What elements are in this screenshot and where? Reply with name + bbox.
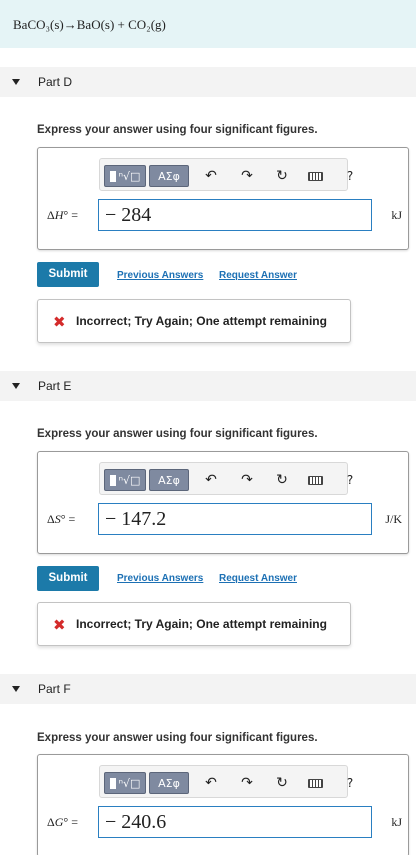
instruction-text: Express your answer using four significa… bbox=[37, 124, 318, 136]
undo-icon[interactable]: ↶ bbox=[201, 470, 221, 490]
square-icon bbox=[109, 777, 116, 789]
radical-icon: ⁿ√□ bbox=[118, 473, 141, 487]
keyboard-icon[interactable] bbox=[305, 773, 325, 793]
previous-answers-link[interactable]: Previous Answers bbox=[117, 270, 203, 281]
answer-symbol: S bbox=[54, 512, 61, 526]
templates-button[interactable]: ⁿ√□ bbox=[104, 469, 146, 491]
answer-input[interactable]: − 147.2 bbox=[98, 503, 372, 535]
submit-button[interactable]: Submit bbox=[37, 566, 99, 591]
redo-icon[interactable]: ↷ bbox=[237, 470, 257, 490]
answer-input[interactable]: − 240.6 bbox=[98, 806, 372, 838]
undo-icon[interactable]: ↶ bbox=[201, 773, 221, 793]
help-button[interactable]: ? bbox=[340, 773, 360, 793]
answer-unit: J/K bbox=[385, 512, 402, 526]
square-icon bbox=[109, 170, 116, 182]
instruction-text: Express your answer using four significa… bbox=[37, 428, 318, 440]
caret-down-icon bbox=[12, 383, 20, 389]
answer-label: ΔH° = bbox=[47, 208, 78, 222]
answer-symbol: H bbox=[54, 208, 64, 222]
part-label: Part E bbox=[38, 379, 72, 393]
incorrect-x-icon: ✖ bbox=[53, 616, 66, 634]
answer-label: ΔS° = bbox=[47, 512, 76, 526]
square-icon bbox=[109, 474, 116, 486]
answer-unit: kJ bbox=[391, 815, 402, 829]
part-e-header[interactable]: Part E bbox=[0, 371, 416, 401]
templates-button[interactable]: ⁿ√□ bbox=[104, 165, 146, 187]
reset-icon[interactable]: ↻ bbox=[272, 470, 292, 490]
templates-button[interactable]: ⁿ√□ bbox=[104, 772, 146, 794]
help-button[interactable]: ? bbox=[340, 166, 360, 186]
keyboard-icon[interactable] bbox=[305, 166, 325, 186]
caret-down-icon bbox=[12, 79, 20, 85]
part-d-header[interactable]: Part D bbox=[0, 67, 416, 97]
undo-icon[interactable]: ↶ bbox=[201, 166, 221, 186]
request-answer-link[interactable]: Request Answer bbox=[219, 573, 297, 584]
answer-unit: kJ bbox=[391, 208, 402, 222]
answer-box-part-d: ⁿ√□ ΑΣφ ↶ ↷ ↻ ? ΔH° = − 284 kJ bbox=[37, 147, 409, 250]
reset-icon[interactable]: ↻ bbox=[272, 773, 292, 793]
symbols-button[interactable]: ΑΣφ bbox=[149, 772, 189, 794]
math-toolbar: ⁿ√□ ΑΣφ ↶ ↷ ↻ ? bbox=[99, 158, 353, 191]
feedback-message: ✖ Incorrect; Try Again; One attempt rema… bbox=[37, 602, 351, 646]
feedback-message: ✖ Incorrect; Try Again; One attempt rema… bbox=[37, 299, 351, 343]
feedback-text: Incorrect; Try Again; One attempt remain… bbox=[76, 617, 327, 631]
part-label: Part D bbox=[38, 75, 73, 89]
keyboard-icon[interactable] bbox=[305, 470, 325, 490]
symbols-button[interactable]: ΑΣφ bbox=[149, 469, 189, 491]
submit-button[interactable]: Submit bbox=[37, 262, 99, 287]
part-label: Part F bbox=[38, 682, 71, 696]
math-toolbar: ⁿ√□ ΑΣφ ↶ ↷ ↻ ? bbox=[99, 765, 353, 798]
answer-input[interactable]: − 284 bbox=[98, 199, 372, 231]
radical-icon: ⁿ√□ bbox=[118, 169, 141, 183]
answer-box-part-e: ⁿ√□ ΑΣφ ↶ ↷ ↻ ? ΔS° = − 147.2 J/K bbox=[37, 451, 409, 554]
redo-icon[interactable]: ↷ bbox=[237, 773, 257, 793]
previous-answers-link[interactable]: Previous Answers bbox=[117, 573, 203, 584]
help-button[interactable]: ? bbox=[340, 470, 360, 490]
answer-label: ΔG° = bbox=[47, 815, 78, 829]
symbols-button[interactable]: ΑΣφ bbox=[149, 165, 189, 187]
redo-icon[interactable]: ↷ bbox=[237, 166, 257, 186]
part-f-header[interactable]: Part F bbox=[0, 674, 416, 704]
math-toolbar: ⁿ√□ ΑΣφ ↶ ↷ ↻ ? bbox=[99, 462, 353, 495]
radical-icon: ⁿ√□ bbox=[118, 776, 141, 790]
request-answer-link[interactable]: Request Answer bbox=[219, 270, 297, 281]
feedback-text: Incorrect; Try Again; One attempt remain… bbox=[76, 314, 327, 328]
reset-icon[interactable]: ↻ bbox=[272, 166, 292, 186]
incorrect-x-icon: ✖ bbox=[53, 313, 66, 331]
caret-down-icon bbox=[12, 686, 20, 692]
reaction-equation: BaCO₃(s)→BaO(s) + CO₂(g) bbox=[0, 0, 416, 48]
instruction-text: Express your answer using four significa… bbox=[37, 732, 318, 744]
answer-box-part-f: ⁿ√□ ΑΣφ ↶ ↷ ↻ ? ΔG° = − 240.6 kJ bbox=[37, 754, 409, 855]
answer-symbol: G bbox=[54, 815, 64, 829]
